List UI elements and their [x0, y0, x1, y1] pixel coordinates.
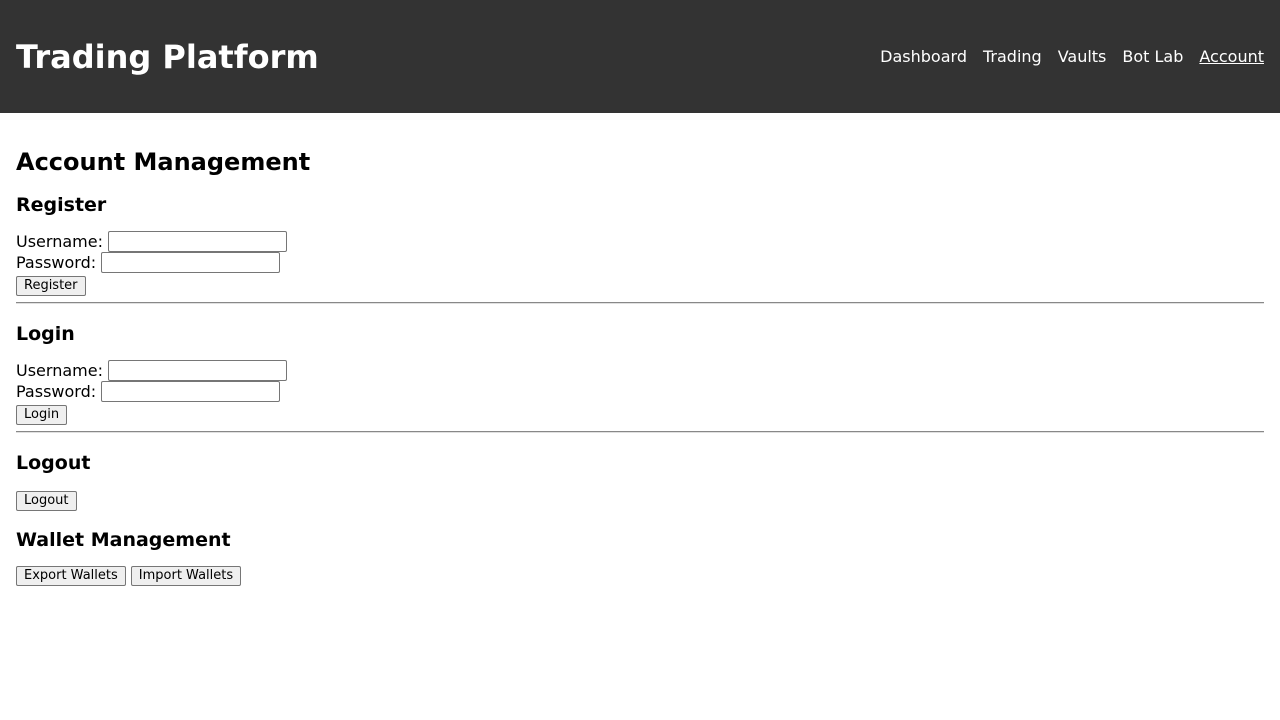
register-password-row: Password:	[16, 252, 1264, 273]
logout-button[interactable]: Logout	[16, 491, 77, 511]
login-password-row: Password:	[16, 381, 1264, 402]
app-header: Trading Platform Dashboard Trading Vault…	[0, 0, 1280, 113]
login-password-label: Password:	[16, 382, 97, 401]
nav-link-trading[interactable]: Trading	[983, 47, 1042, 66]
logout-heading: Logout	[16, 452, 91, 474]
register-heading: Register	[16, 194, 107, 216]
divider	[16, 431, 1264, 433]
login-section: Login Username: Password: Login	[16, 323, 1264, 425]
login-button[interactable]: Login	[16, 405, 68, 425]
register-button[interactable]: Register	[16, 276, 86, 296]
login-password-input[interactable]	[101, 381, 281, 402]
main-nav: Dashboard Trading Vaults Bot Lab Account	[864, 47, 1264, 66]
register-username-label: Username:	[16, 232, 103, 251]
register-username-input[interactable]	[107, 231, 287, 252]
app-title: Trading Platform	[16, 37, 319, 76]
register-form: Username: Password: Register	[16, 231, 1264, 296]
nav-link-vaults[interactable]: Vaults	[1058, 47, 1107, 66]
page-title: Account Management	[16, 148, 311, 176]
main-content: Account Management Register Username: Pa…	[0, 148, 1280, 586]
wallet-section: Wallet Management Export Wallets Import …	[16, 529, 1264, 586]
nav-link-account[interactable]: Account	[1199, 47, 1264, 66]
import-wallets-button[interactable]: Import Wallets	[130, 566, 242, 586]
export-wallets-button[interactable]: Export Wallets	[16, 566, 126, 586]
nav-link-dashboard[interactable]: Dashboard	[880, 47, 967, 66]
login-username-label: Username:	[16, 361, 103, 380]
wallet-heading: Wallet Management	[16, 529, 231, 551]
register-password-input[interactable]	[101, 252, 281, 273]
divider	[16, 302, 1264, 304]
nav-link-bot-lab[interactable]: Bot Lab	[1122, 47, 1183, 66]
register-password-label: Password:	[16, 253, 97, 272]
login-form: Username: Password: Login	[16, 360, 1264, 425]
login-heading: Login	[16, 323, 75, 345]
login-username-input[interactable]	[107, 360, 287, 381]
register-username-row: Username:	[16, 231, 1264, 252]
login-username-row: Username:	[16, 360, 1264, 381]
register-section: Register Username: Password: Register	[16, 194, 1264, 296]
logout-section: Logout Logout	[16, 452, 1264, 511]
